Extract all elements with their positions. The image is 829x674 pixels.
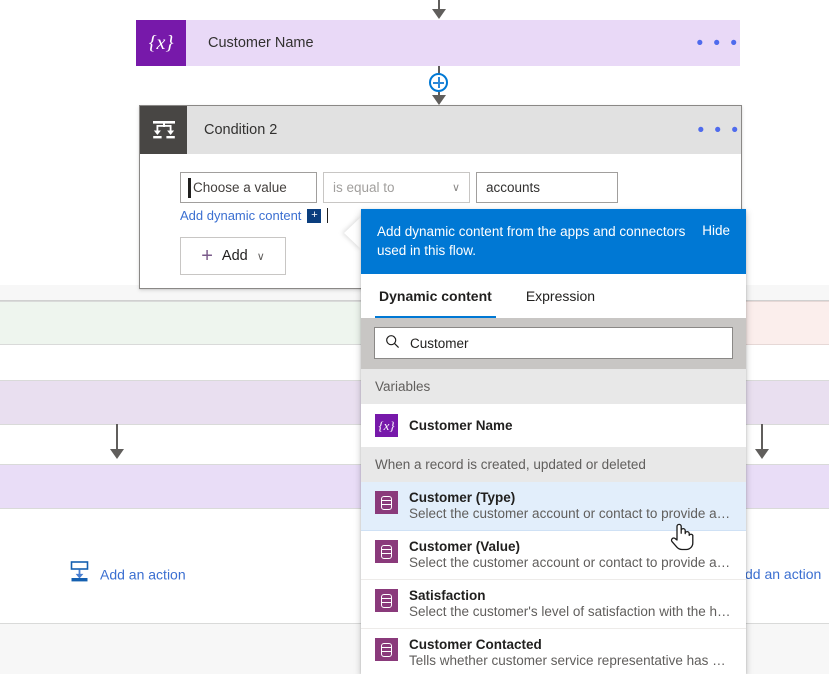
group-header-trigger: When a record is created, updated or del…: [361, 447, 746, 483]
chevron-down-icon: ∨: [451, 182, 460, 194]
panel-info-banner: Add dynamic content from the apps and co…: [361, 209, 746, 275]
list-item-name: Customer (Type): [409, 490, 516, 506]
list-item-name: Customer Name: [409, 417, 513, 433]
database-icon: [375, 589, 398, 613]
condition-card-menu-button[interactable]: • • •: [697, 121, 741, 140]
database-icon: [375, 638, 398, 662]
list-item[interactable]: {x} Customer Name: [361, 404, 746, 448]
list-item-description: Select the customer account or contact t…: [409, 506, 732, 522]
search-icon: [385, 334, 400, 352]
text-caret-secondary: [327, 208, 329, 223]
condition-right-value-input[interactable]: accounts: [476, 172, 618, 203]
list-item[interactable]: Customer Contacted Tells whether custome…: [361, 629, 746, 674]
panel-banner-hide-button[interactable]: Hide: [702, 222, 730, 238]
list-item[interactable]: Customer (Value) Select the customer acc…: [361, 531, 746, 581]
search-input-value: Customer: [410, 335, 469, 351]
connector-arrow-mid: [432, 95, 446, 105]
connector-arrow-yes: [110, 449, 124, 459]
dynamic-content-list[interactable]: Variables {x} Customer Name When a recor…: [361, 369, 746, 674]
list-item-description: Select the customer's level of satisfact…: [409, 604, 732, 620]
panel-banner-message: Add dynamic content from the apps and co…: [377, 224, 686, 259]
add-an-action-no-branch[interactable]: dd an action: [745, 566, 821, 582]
condition-operator-select[interactable]: is equal to ∨: [323, 172, 470, 203]
condition-operator-text: is equal to: [333, 180, 395, 195]
add-button-label: Add: [221, 248, 248, 264]
flow-designer-canvas: {x} Customer Name • • • Condition 2 • • …: [0, 0, 829, 674]
list-item-description: Tells whether customer service represent…: [409, 653, 732, 669]
database-icon: [375, 491, 398, 515]
band-no-header: [745, 301, 829, 345]
plus-icon: +: [201, 245, 213, 267]
step-card-title: Customer Name: [208, 35, 314, 51]
panel-search-container: Customer: [361, 318, 746, 370]
dynamic-content-panel: Add dynamic content from the apps and co…: [361, 209, 746, 674]
insert-step-button[interactable]: [429, 73, 448, 92]
condition-left-value-text: Choose a value: [193, 180, 287, 195]
add-an-action-label-no: dd an action: [745, 566, 822, 582]
variable-glyph: {x}: [378, 417, 395, 433]
panel-callout-beak: [344, 216, 362, 250]
add-action-icon: [68, 561, 91, 588]
group-header-variables: Variables: [361, 369, 746, 405]
add-dynamic-content-link[interactable]: Add dynamic content: [180, 208, 301, 223]
list-item-name: Satisfaction: [409, 588, 486, 604]
tab-expression[interactable]: Expression: [522, 274, 599, 318]
condition-card-title: Condition 2: [204, 122, 278, 138]
database-icon: [375, 540, 398, 564]
text-caret: [188, 178, 191, 198]
list-item-description: Select the customer account or contact t…: [409, 555, 732, 571]
add-dynamic-content-badge[interactable]: +: [307, 208, 322, 223]
panel-tablist: Dynamic content Expression: [361, 274, 746, 319]
tab-dynamic-content[interactable]: Dynamic content: [375, 274, 496, 319]
variable-icon: {x}: [375, 414, 398, 438]
variable-glyph: {x}: [148, 31, 174, 54]
list-item[interactable]: Customer (Type) Select the customer acco…: [361, 482, 746, 532]
tab-expression-label: Expression: [525, 288, 596, 305]
variable-icon: {x}: [136, 20, 186, 66]
connector-arrow-top: [432, 9, 446, 19]
condition-row: Choose a value is equal to ∨ accounts: [180, 172, 741, 203]
add-condition-row-button[interactable]: + Add ∨: [180, 237, 286, 275]
search-input[interactable]: Customer: [374, 327, 733, 360]
chevron-down-icon: ∨: [256, 250, 265, 263]
add-an-action-label: Add an action: [100, 566, 186, 582]
step-card-customer-name[interactable]: {x} Customer Name • • •: [136, 20, 740, 66]
list-item-name: Customer Contacted: [409, 637, 542, 653]
connector-arrow-no: [755, 449, 769, 459]
list-item[interactable]: Satisfaction Select the customer's level…: [361, 580, 746, 630]
list-item-name: Customer (Value): [409, 539, 521, 555]
condition-branch-icon: [140, 106, 187, 154]
condition-left-value-input[interactable]: Choose a value: [180, 172, 317, 203]
step-card-menu-button[interactable]: • • •: [696, 34, 740, 53]
add-an-action-yes-branch[interactable]: Add an action: [68, 561, 186, 588]
condition-right-value-text: accounts: [486, 180, 541, 195]
tab-dynamic-content-label: Dynamic content: [379, 288, 492, 305]
condition-card-header[interactable]: Condition 2 • • •: [140, 106, 741, 154]
